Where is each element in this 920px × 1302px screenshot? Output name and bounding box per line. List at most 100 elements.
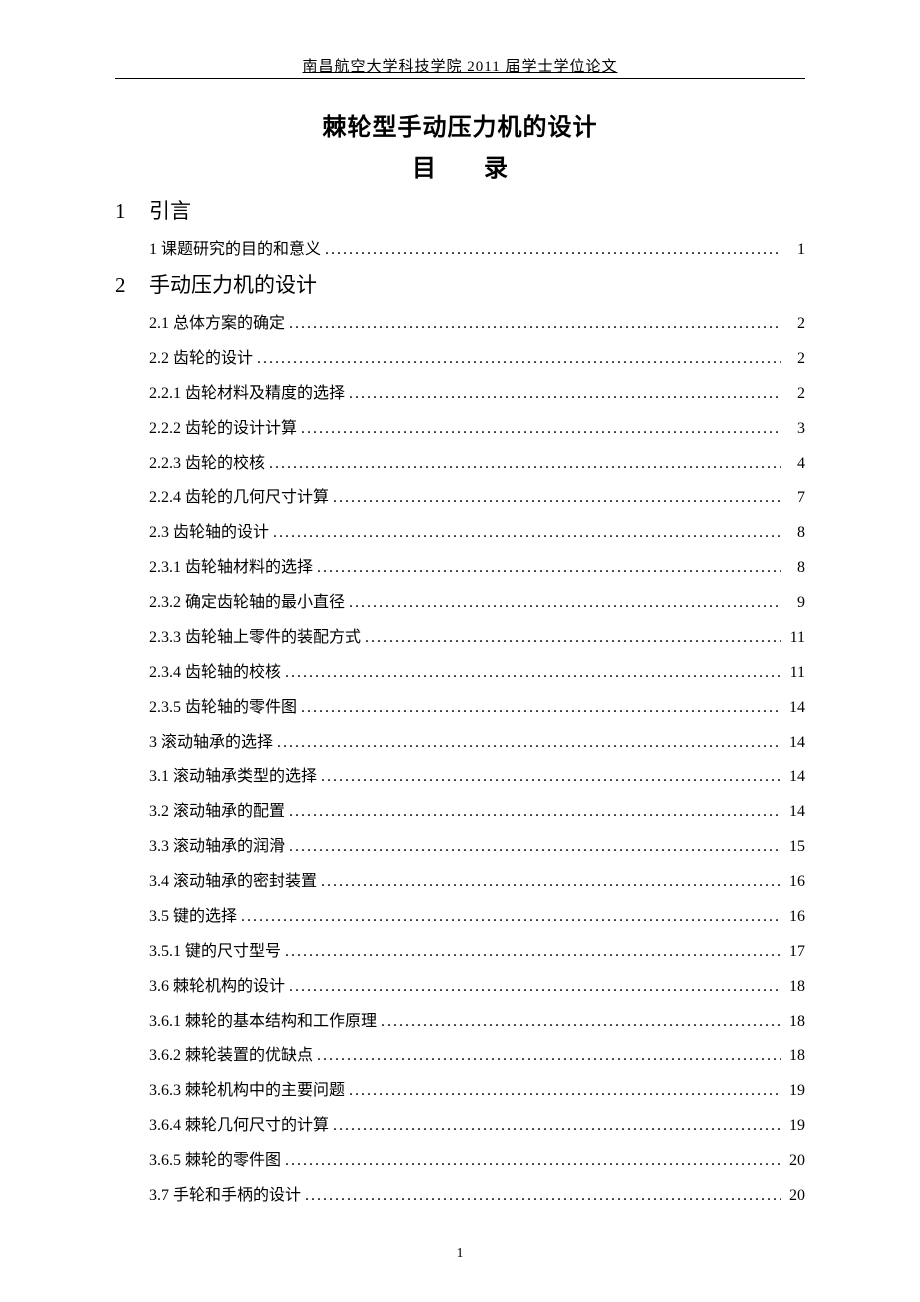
section-number: 1 [115,195,149,229]
toc-entry-text: 3.6.5 棘轮的零件图 [149,1144,281,1179]
toc-entry-page: 17 [785,935,805,970]
toc-entry-text: 2.2 齿轮的设计 [149,342,253,377]
document-title: 棘轮型手动压力机的设计 [115,107,805,142]
toc-entry-page: 15 [785,830,805,865]
toc-leader-dots [349,586,781,621]
toc-leader-dots [289,830,781,865]
toc-entry-text: 2.3.1 齿轮轴材料的选择 [149,551,313,586]
toc-leader-dots [289,307,781,342]
toc-entry: 2.2.4 齿轮的几何尺寸计算7 [149,481,805,516]
toc-entry: 3.6.4 棘轮几何尺寸的计算 19 [149,1109,805,1144]
toc-entry: 3.2 滚动轴承的配置14 [149,795,805,830]
toc-entry-text: 3.5.1 键的尺寸型号 [149,935,281,970]
toc-entry: 2.2.3 齿轮的校核 4 [149,447,805,482]
toc-entry: 2.2.2 齿轮的设计计算3 [149,412,805,447]
toc-entry: 3.6.3 棘轮机构中的主要问题 19 [149,1074,805,1109]
toc-leader-dots [381,1005,781,1040]
toc-leader-dots [289,970,781,1005]
toc-leader-dots [301,412,781,447]
toc-entry-text: 2.3.3 齿轮轴上零件的装配方式 [149,621,361,656]
toc-leader-dots [349,377,781,412]
toc-leader-dots [317,551,781,586]
toc-entry-text: 2.3.4 齿轮轴的校核 [149,656,281,691]
toc-entry-page: 14 [785,760,805,795]
toc-group: 1 课题研究的目的和意义 1 [149,233,805,268]
toc-entry-page: 14 [785,691,805,726]
toc-entry: 3.7 手轮和手柄的设计 20 [149,1179,805,1214]
toc-entry: 3.6.5 棘轮的零件图 20 [149,1144,805,1179]
toc-leader-dots [285,935,781,970]
toc-entry: 3.5 键的选择 16 [149,900,805,935]
toc-leader-dots [301,691,781,726]
toc-leader-dots [277,726,781,761]
section-number: 2 [115,269,149,303]
toc-entry-text: 3.5 键的选择 [149,900,237,935]
toc-leader-dots [241,900,781,935]
toc-leader-dots [289,795,781,830]
toc-entry-page: 20 [785,1144,805,1179]
toc-entry-page: 11 [785,656,805,691]
toc-entry: 3.6.2 棘轮装置的优缺点18 [149,1039,805,1074]
toc-entry-page: 20 [785,1179,805,1214]
toc-entry: 3.6 棘轮机构的设计18 [149,970,805,1005]
toc-entry-text: 2.2.3 齿轮的校核 [149,447,265,482]
toc-leader-dots [269,447,781,482]
toc-leader-dots [321,865,781,900]
toc-entry-text: 2.2.2 齿轮的设计计算 [149,412,297,447]
toc-group: 2.1 总体方案的确定2 2.2 齿轮的设计2 2.2.1 齿轮材料及精度的选择… [149,307,805,1214]
toc-leader-dots [321,760,781,795]
toc-entry: 3.6.1 棘轮的基本结构和工作原理 18 [149,1005,805,1040]
toc-entry-page: 7 [785,481,805,516]
toc-entry-text: 3.7 手轮和手柄的设计 [149,1179,301,1214]
toc-entry: 2.2.1 齿轮材料及精度的选择2 [149,377,805,412]
toc-entry-page: 8 [785,551,805,586]
toc-entry: 2.2 齿轮的设计 2 [149,342,805,377]
toc-entry-page: 2 [785,377,805,412]
toc-entry-text: 3.6.1 棘轮的基本结构和工作原理 [149,1005,377,1040]
toc-leader-dots [257,342,781,377]
toc-entry-page: 9 [785,586,805,621]
toc-entry-page: 11 [785,621,805,656]
toc-entry-page: 1 [785,233,805,268]
toc-entry-text: 2.3.2 确定齿轮轴的最小直径 [149,586,345,621]
toc-entry-page: 16 [785,900,805,935]
toc-entry: 3.1 滚动轴承类型的选择 14 [149,760,805,795]
toc-entry: 2.3.2 确定齿轮轴的最小直径 9 [149,586,805,621]
toc-entry-page: 4 [785,447,805,482]
page-number: 1 [0,1246,920,1262]
toc-entry-page: 18 [785,970,805,1005]
toc-entry-page: 8 [785,516,805,551]
toc-entry-text: 3.1 滚动轴承类型的选择 [149,760,317,795]
toc-entry-text: 2.3 齿轮轴的设计 [149,516,269,551]
toc-entry-text: 3.4 滚动轴承的密封装置 [149,865,317,900]
header-rule [115,78,805,79]
toc-entry-page: 2 [785,307,805,342]
toc-entry-page: 18 [785,1039,805,1074]
running-header: 南昌航空大学科技学院 2011 届学士学位论文 [115,55,805,76]
page: 南昌航空大学科技学院 2011 届学士学位论文 棘轮型手动压力机的设计 目录 1… [0,0,920,1302]
toc-entry-page: 14 [785,795,805,830]
toc-leader-dots [333,1109,781,1144]
toc-entry-page: 19 [785,1074,805,1109]
section-label: 引言 [149,195,191,229]
toc-entry: 3.3 滚动轴承的润滑 15 [149,830,805,865]
toc-entry-page: 18 [785,1005,805,1040]
toc-entry: 1 课题研究的目的和意义 1 [149,233,805,268]
toc-entry-page: 14 [785,726,805,761]
toc-entry: 3.5.1 键的尺寸型号 17 [149,935,805,970]
toc-entry-page: 2 [785,342,805,377]
section-heading: 1 引言 [115,195,805,229]
toc-entry: 3.4 滚动轴承的密封装置16 [149,865,805,900]
toc-entry: 2.3.3 齿轮轴上零件的装配方式 11 [149,621,805,656]
toc-entry-text: 3.3 滚动轴承的润滑 [149,830,285,865]
section-heading: 2 手动压力机的设计 [115,269,805,303]
toc-entry: 2.3.5 齿轮轴的零件图14 [149,691,805,726]
toc-entry-text: 3 滚动轴承的选择 [149,726,273,761]
toc-leader-dots [333,481,781,516]
toc-entry: 3 滚动轴承的选择 14 [149,726,805,761]
toc-entry-text: 3.6.3 棘轮机构中的主要问题 [149,1074,345,1109]
toc-leader-dots [285,1144,781,1179]
toc-entry-page: 19 [785,1109,805,1144]
toc-entry-text: 3.6.4 棘轮几何尺寸的计算 [149,1109,329,1144]
toc-leader-dots [365,621,781,656]
